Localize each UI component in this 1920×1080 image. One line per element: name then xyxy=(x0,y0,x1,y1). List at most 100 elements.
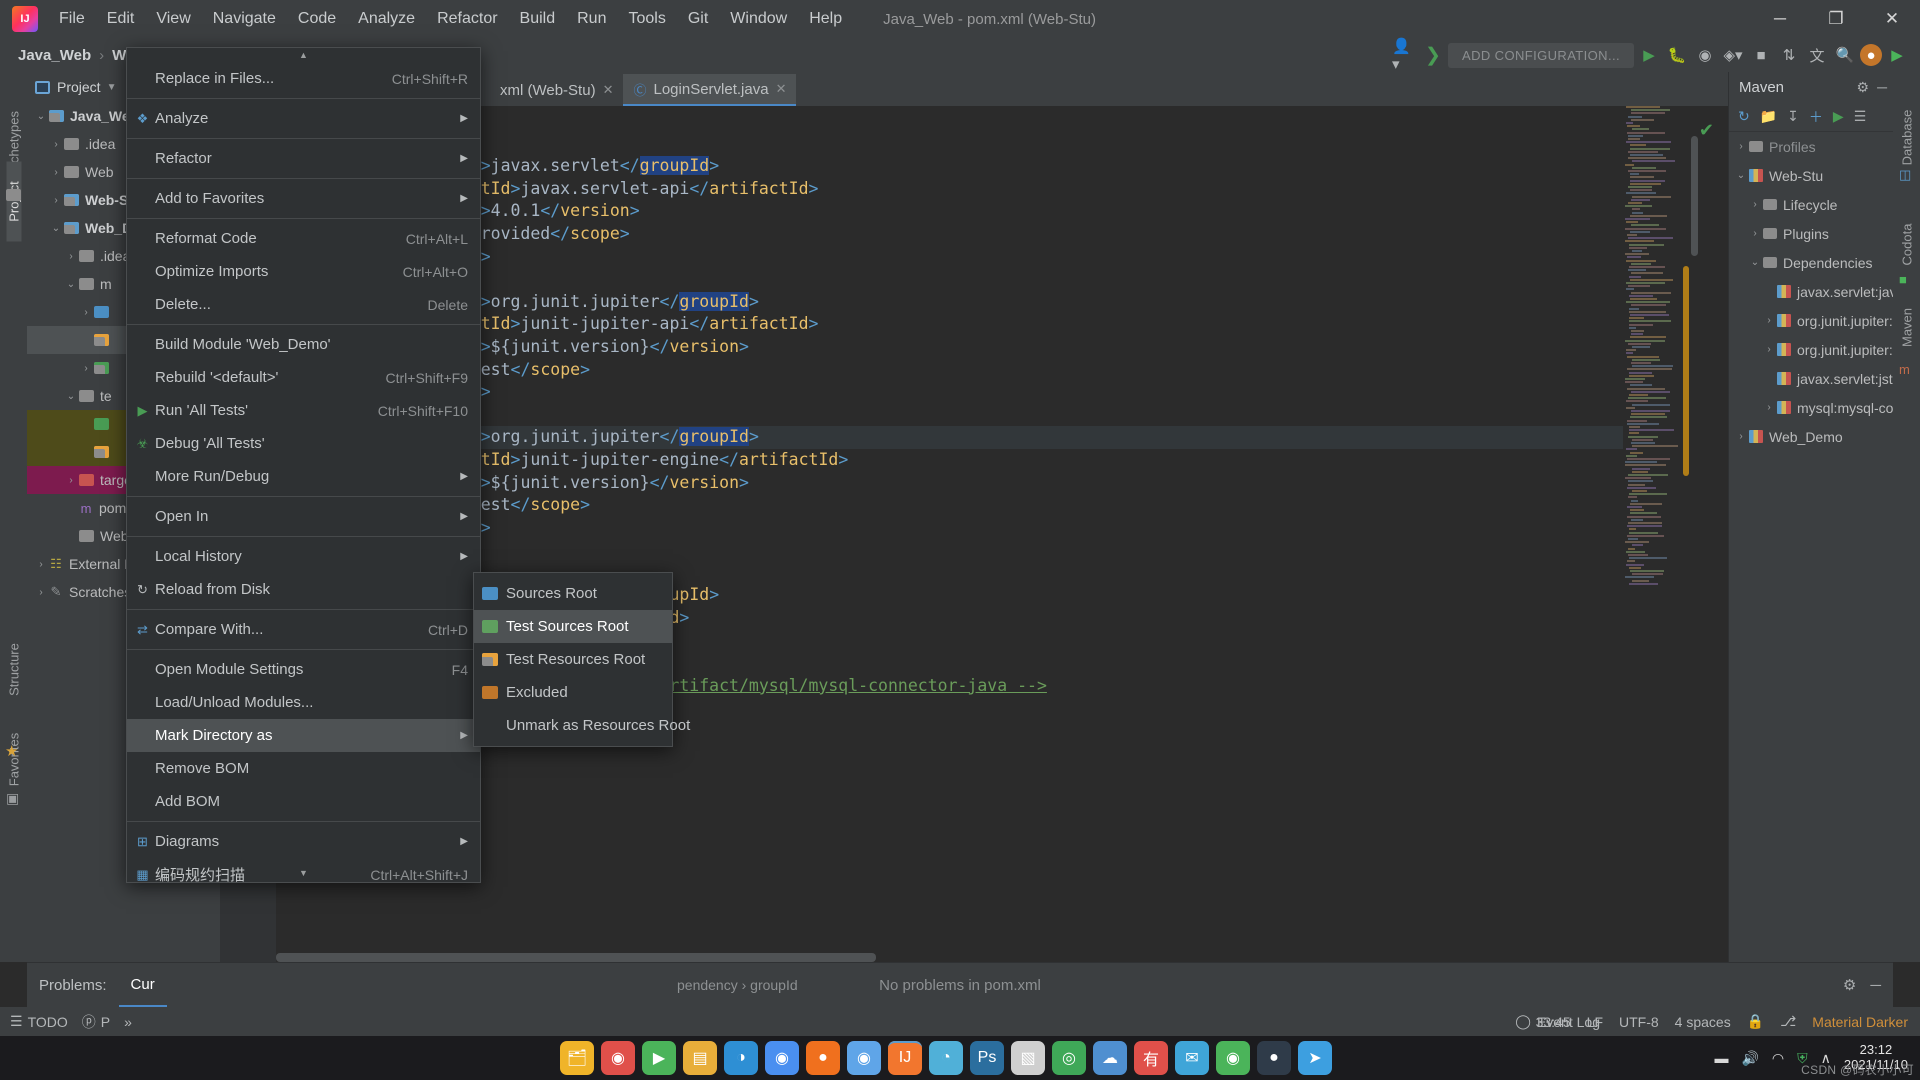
submenu-item-sources-root[interactable]: Sources Root xyxy=(474,577,672,610)
maven-tree-node[interactable]: ⌄ Dependencies xyxy=(1729,248,1893,277)
maven-expand-arrow-icon[interactable]: › xyxy=(1761,344,1777,355)
maven-tree-node[interactable]: › Lifecycle xyxy=(1729,190,1893,219)
maven-tree-node[interactable]: ⌄ Web-Stu xyxy=(1729,161,1893,190)
menu-item-open-module-settings[interactable]: Open Module Settings F4 xyxy=(127,653,480,686)
status-bar-item[interactable]: » xyxy=(124,1014,137,1030)
build-hammer-icon[interactable]: ❯ xyxy=(1420,42,1446,68)
editor-tab[interactable]: xml (Web-Stu) ✕ xyxy=(490,74,623,106)
status-bar-right-item[interactable]: 🔒 xyxy=(1747,1013,1764,1030)
menu-file[interactable]: File xyxy=(48,4,96,34)
menu-item-rebuild-default[interactable]: Rebuild '<default>' Ctrl+Shift+F9 xyxy=(127,361,480,394)
maven-expand-arrow-icon[interactable]: › xyxy=(1733,431,1749,442)
close-tab-icon[interactable]: ✕ xyxy=(603,82,614,98)
tree-expand-arrow-icon[interactable]: › xyxy=(63,251,79,262)
problems-tabs[interactable]: Problems: Cur xyxy=(27,963,167,1007)
problems-tab[interactable]: Problems: xyxy=(27,963,119,1007)
editor-horizontal-scrollbar[interactable] xyxy=(276,953,876,962)
maven-expand-arrow-icon[interactable]: ⌄ xyxy=(1747,257,1763,268)
tool-window-structure[interactable]: Structure xyxy=(7,630,22,710)
menu-item-add-to-favorites[interactable]: Add to Favorites ▶ xyxy=(127,182,480,215)
media-player-icon[interactable]: ▶ xyxy=(642,1041,676,1075)
taskbar-app-icons[interactable]: 🗂 ◉ ▶ ▤ ◑ ◉ ● ◉ IJ ◔ Ps ▧ ◎ ☁ 有 ✉ ◉ ● ➤ xyxy=(0,1041,1332,1075)
menu-item-add-bom[interactable]: Add BOM xyxy=(127,785,480,818)
status-bar-left[interactable]: ☰ TODO ⓟ P » xyxy=(0,1012,137,1032)
event-log-button[interactable]: ◯ Event Log xyxy=(1515,1013,1600,1030)
wifi-icon[interactable]: ◠ xyxy=(1772,1050,1784,1067)
menu-scroll-up-icon[interactable]: ▲ xyxy=(127,48,480,62)
menu-item-open-in[interactable]: Open In ▶ xyxy=(127,500,480,533)
submenu-item-unmark-as-resources-root[interactable]: Unmark as Resources Root xyxy=(474,709,672,742)
menu-code[interactable]: Code xyxy=(287,4,347,34)
menu-item-run-all-tests[interactable]: ▶ Run 'All Tests' Ctrl+Shift+F10 xyxy=(127,394,480,427)
status-bar-right-item[interactable]: ⎇ xyxy=(1780,1013,1796,1030)
maven-tree-node[interactable]: › Web_Demo xyxy=(1729,422,1893,451)
wechat-icon[interactable]: ◉ xyxy=(1216,1041,1250,1075)
stop-icon[interactable]: ■ xyxy=(1748,42,1774,68)
menu-item-replace-in-files[interactable]: Replace in Files... Ctrl+Shift+R xyxy=(127,62,480,95)
maven-add-icon[interactable]: ＋ xyxy=(1809,107,1823,127)
tree-expand-arrow-icon[interactable]: › xyxy=(78,363,94,374)
maven-expand-arrow-icon[interactable]: ⌄ xyxy=(1733,170,1749,181)
editor-tab[interactable]: Ⓒ LoginServlet.java ✕ xyxy=(623,74,796,106)
close-button[interactable]: ✕ xyxy=(1864,0,1920,38)
menu-tools[interactable]: Tools xyxy=(617,4,676,34)
tree-expand-arrow-icon[interactable]: › xyxy=(33,587,49,598)
terminal-icon[interactable]: ▣ xyxy=(6,790,19,807)
notes-icon[interactable]: ▤ xyxy=(683,1041,717,1075)
close-tab-icon[interactable]: ✕ xyxy=(776,81,787,97)
tool-window-project[interactable]: Project xyxy=(7,162,22,242)
telegram-icon[interactable]: ➤ xyxy=(1298,1041,1332,1075)
volume-icon[interactable]: 🔊 xyxy=(1741,1050,1758,1067)
tool-window-maven[interactable]: Maven xyxy=(1900,288,1915,368)
status-bar-right-item[interactable]: UTF-8 xyxy=(1619,1014,1659,1030)
maven-reload-icon[interactable]: ↻ xyxy=(1738,108,1750,125)
menu-view[interactable]: View xyxy=(145,4,201,34)
tree-expand-arrow-icon[interactable]: › xyxy=(48,167,64,178)
minimize-button[interactable]: ─ xyxy=(1752,0,1808,38)
menu-item-analyze[interactable]: ❖ Analyze ▶ xyxy=(127,102,480,135)
menu-item-refactor[interactable]: Refactor ▶ xyxy=(127,142,480,175)
problems-settings-icon[interactable]: ⚙ xyxy=(1843,976,1856,994)
maven-expand-arrow-icon[interactable]: › xyxy=(1747,228,1763,239)
menu-window[interactable]: Window xyxy=(719,4,798,34)
editor-fold-indicator[interactable] xyxy=(1683,266,1689,476)
maximize-button[interactable]: ❐ xyxy=(1808,0,1864,38)
submenu-item-excluded[interactable]: Excluded xyxy=(474,676,672,709)
menu-item-more-run-debug[interactable]: More Run/Debug ▶ xyxy=(127,460,480,493)
tree-expand-arrow-icon[interactable]: › xyxy=(63,475,79,486)
menu-git[interactable]: Git xyxy=(677,4,719,34)
tree-expand-arrow-icon[interactable]: › xyxy=(48,195,64,206)
youdao-icon[interactable]: 有 xyxy=(1134,1041,1168,1075)
breadcrumb-item-java_web[interactable]: Java_Web xyxy=(18,47,91,64)
maven-tree-node[interactable]: › org.junit.jupiter: xyxy=(1729,306,1893,335)
menu-item-optimize-imports[interactable]: Optimize Imports Ctrl+Alt+O xyxy=(127,255,480,288)
context-menu[interactable]: ▲ Replace in Files... Ctrl+Shift+R ❖ Analyz… xyxy=(126,47,481,883)
maven-expand-arrow-icon[interactable]: › xyxy=(1761,315,1777,326)
maven-tree-node[interactable]: javax.servlet:java xyxy=(1729,277,1893,306)
menu-edit[interactable]: Edit xyxy=(96,4,146,34)
maven-tree-node[interactable]: › org.junit.jupiter: xyxy=(1729,335,1893,364)
chevron-down-icon[interactable]: ▼ xyxy=(107,82,117,93)
status-bar-right-item[interactable]: Material Darker xyxy=(1812,1014,1908,1030)
status-bar-right-item[interactable]: 4 spaces xyxy=(1675,1014,1731,1030)
menu-item-load-unload-modules[interactable]: Load/Unload Modules... xyxy=(127,686,480,719)
maven-tree-node[interactable]: › Profiles xyxy=(1729,132,1893,161)
git-update-icon[interactable]: ⇅ xyxy=(1776,42,1802,68)
maven-tree-node[interactable]: javax.servlet:jstl: xyxy=(1729,364,1893,393)
tree-expand-arrow-icon[interactable]: ⌄ xyxy=(63,391,79,402)
run-icon[interactable]: ▶ xyxy=(1636,42,1662,68)
maven-generate-sources-icon[interactable]: 📁 xyxy=(1760,108,1777,125)
menu-item-mark-directory-as[interactable]: Mark Directory as ▶ xyxy=(127,719,480,752)
menu-item-local-history[interactable]: Local History ▶ xyxy=(127,540,480,573)
menu-item-reload-from-disk[interactable]: ↻ Reload from Disk xyxy=(127,573,480,606)
edge-icon[interactable]: ◑ xyxy=(724,1041,758,1075)
tree-expand-arrow-icon[interactable]: › xyxy=(78,307,94,318)
maven-expand-arrow-icon[interactable]: › xyxy=(1747,199,1763,210)
intellij-icon[interactable]: IJ xyxy=(888,1041,922,1075)
maven-options-icon[interactable]: ☰ xyxy=(1854,108,1867,125)
menu-refactor[interactable]: Refactor xyxy=(426,4,508,34)
maven-minimize-icon[interactable]: ─ xyxy=(1877,79,1887,96)
profiler-icon[interactable]: ◈▾ xyxy=(1720,42,1746,68)
cloud-icon[interactable]: ☁ xyxy=(1093,1041,1127,1075)
menu-help[interactable]: Help xyxy=(798,4,853,34)
